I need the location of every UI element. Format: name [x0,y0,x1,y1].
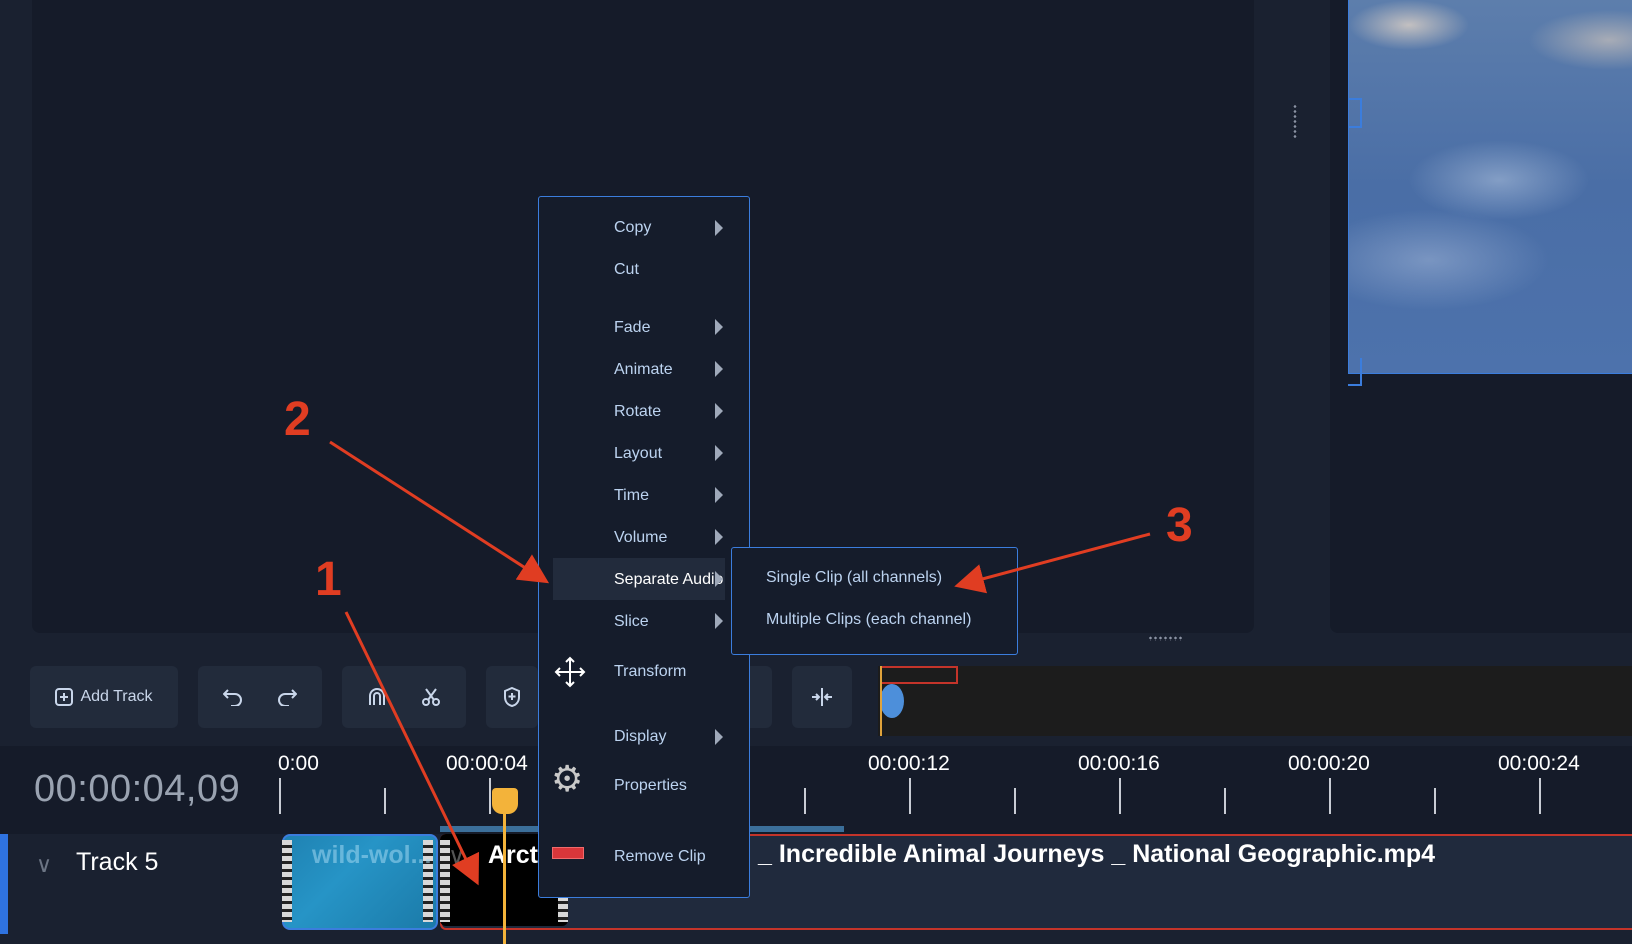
menu-item-layout[interactable]: Layout [614,445,662,463]
ruler-major-tick [909,778,911,814]
menu-item-fade[interactable]: Fade [614,319,650,337]
add-marker-button[interactable] [486,666,538,728]
menu-item-rotate[interactable]: Rotate [614,403,661,421]
menu-item-volume[interactable]: Volume [614,529,667,547]
separate-audio-submenu [731,547,1018,655]
menu-item-separate-audio[interactable]: Separate Audio [614,571,723,589]
submenu-arrow-icon [715,487,723,503]
menu-item-cut[interactable]: Cut [614,261,639,279]
ruler-label: 00:00:16 [1078,752,1160,775]
undo-icon [223,689,242,706]
submenu-arrow-icon [715,403,723,419]
add-track-group: Add Track [30,666,178,728]
undo-button[interactable] [208,666,258,728]
track-accent-bar [0,834,8,934]
ruler-label: 00:00:20 [1288,752,1370,775]
sky-thumbnail-image [1348,0,1632,374]
overview-playhead-line [880,666,882,736]
crop-handle-bottom[interactable] [1348,358,1362,386]
ruler-label: 00:00:04 [446,752,528,775]
submenu-arrow-icon [715,729,723,745]
redo-button[interactable] [262,666,312,728]
move-arrows-icon [554,656,586,688]
crop-handle-top[interactable] [1348,98,1362,128]
ruler-minor-tick [1224,788,1226,814]
track-name: Track 5 [76,848,159,876]
clip-title: wild-wol... [312,841,432,869]
clip-title: _ Incredible Animal Journeys _ National … [758,840,1436,868]
ruler-minor-tick [1434,788,1436,814]
submenu-arrow-icon [715,319,723,335]
playhead-handle[interactable] [492,788,518,814]
ruler-minor-tick [1014,788,1016,814]
chevron-down-icon[interactable]: ∨ [36,852,52,878]
ruler-major-tick [1539,778,1541,814]
split-clip-button[interactable] [792,666,852,728]
chevron-down-icon: ∨ [448,843,466,870]
film-strip-left [282,840,292,922]
overview-scroll-knob[interactable] [880,684,904,718]
ruler-major-tick [1329,778,1331,814]
submenu-item-single-clip[interactable]: Single Clip (all channels) [766,569,942,587]
overview-selection-box[interactable] [880,666,958,684]
menu-item-display[interactable]: Display [614,728,666,746]
edit-tools-group [342,666,466,728]
submenu-arrow-icon [715,571,723,587]
ruler-label: 00:00:24 [1498,752,1580,775]
ruler-label: 00:00:12 [868,752,950,775]
scissors-icon [422,688,440,706]
annotation-number-2: 2 [284,393,311,446]
menu-item-remove-clip[interactable]: Remove Clip [614,848,706,866]
cut-tool-button[interactable] [406,666,456,728]
remove-clip-icon [552,847,584,859]
menu-item-animate[interactable]: Animate [614,361,673,379]
magnet-snap-button[interactable] [352,666,402,728]
ruler-major-tick [279,778,281,814]
horizontal-resize-grip[interactable] [1148,636,1184,641]
marker-group [486,666,538,728]
clip-title: Arcti [488,841,545,869]
ruler-major-tick [1119,778,1121,814]
add-track-label: Add Track [80,688,153,705]
submenu-arrow-icon [715,445,723,461]
overview-timeline[interactable] [878,666,1632,736]
menu-item-properties[interactable]: Properties [614,777,687,795]
gear-icon: ⚙ [551,758,584,799]
plus-square-icon [55,688,74,706]
ruler-minor-tick [804,788,806,814]
submenu-arrow-icon [715,220,723,236]
annotation-number-1: 1 [315,553,342,606]
vertical-resize-grip[interactable] [1293,104,1297,138]
redo-icon [278,689,297,706]
menu-item-time[interactable]: Time [614,487,649,505]
submenu-arrow-icon [715,529,723,545]
annotation-number-3: 3 [1166,499,1193,552]
magnet-icon [369,688,385,705]
timeline-ruler[interactable] [0,746,1632,834]
menu-item-copy[interactable]: Copy [614,219,651,237]
add-track-button[interactable]: Add Track [30,666,178,728]
submenu-arrow-icon [715,613,723,629]
split-arrows-icon [812,688,832,706]
ruler-minor-tick [384,788,386,814]
split-group [792,666,852,728]
ruler-major-tick [489,778,491,814]
ruler-label: 0:00 [278,752,319,775]
shield-plus-icon [504,687,520,707]
submenu-arrow-icon [715,361,723,377]
current-timecode: 00:00:04,09 [34,768,241,810]
menu-item-slice[interactable]: Slice [614,613,649,631]
history-group [198,666,322,728]
submenu-item-multiple-clips[interactable]: Multiple Clips (each channel) [766,611,971,629]
menu-item-transform[interactable]: Transform [614,663,686,681]
